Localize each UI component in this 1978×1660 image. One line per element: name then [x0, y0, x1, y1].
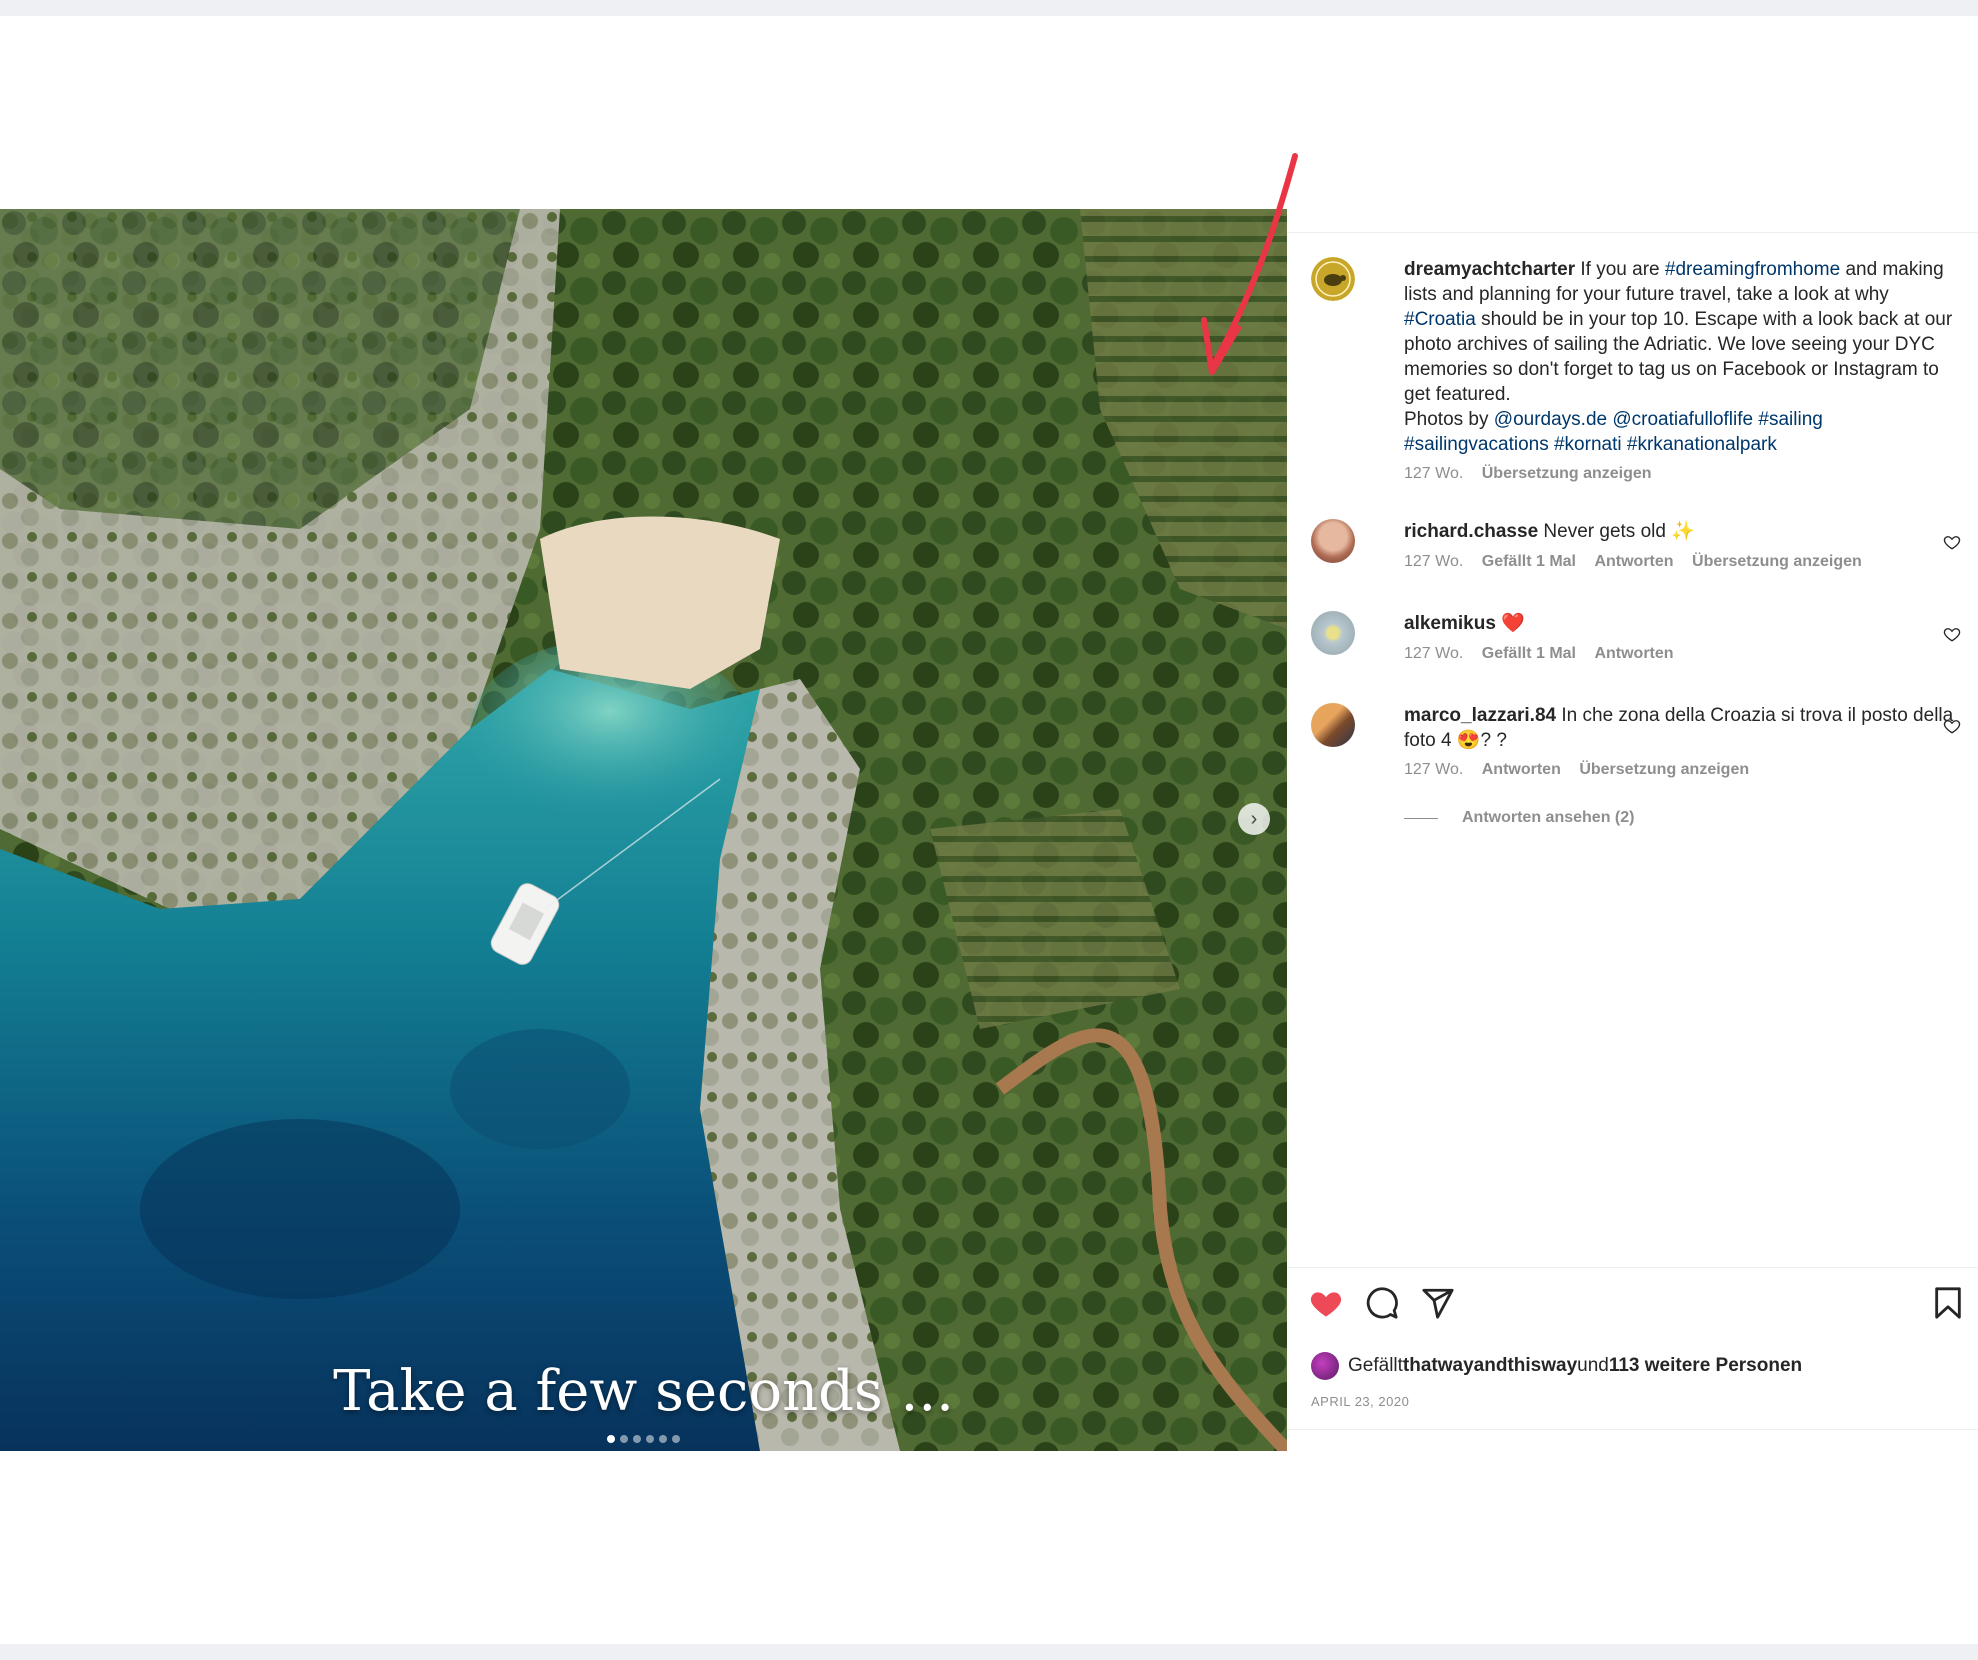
translate-link[interactable]: Übersetzung anzeigen: [1579, 761, 1749, 778]
view-replies-label: Antworten ansehen (2): [1462, 809, 1635, 826]
liked-others[interactable]: 113 weitere Personen: [1609, 1355, 1802, 1377]
caption-link[interactable]: #kornati: [1554, 434, 1622, 455]
avatar[interactable]: [1311, 1352, 1339, 1380]
bookmark-icon[interactable]: [1931, 1286, 1965, 1320]
comment-age: 127 Wo.: [1404, 553, 1464, 570]
caption-link[interactable]: #dreamingfromhome: [1665, 259, 1840, 280]
caption-link[interactable]: #krkanationalpark: [1627, 434, 1777, 455]
comment-body: ❤️: [1495, 613, 1525, 634]
caption-text-segment: Photos by: [1404, 409, 1494, 430]
comment-icon[interactable]: [1365, 1286, 1399, 1320]
carousel-indicator: [0, 1435, 1287, 1443]
post-date: APRIL 23, 2020: [1311, 1394, 1410, 1409]
comment-meta: 127 Wo. Antworten Übersetzung anzeigen: [1404, 761, 1763, 779]
reply-button[interactable]: Antworten: [1482, 761, 1561, 778]
carousel-dot: [607, 1435, 615, 1443]
comment-user[interactable]: alkemikus: [1404, 613, 1496, 634]
post-actions: Gefällt thatwayandthisway und 113 weiter…: [1287, 1267, 1978, 1431]
carousel-dot: [646, 1435, 654, 1443]
heart-outline-icon[interactable]: [1943, 625, 1961, 643]
translate-link[interactable]: Übersetzung anzeigen: [1692, 553, 1862, 570]
heart-outline-icon[interactable]: [1943, 717, 1961, 735]
caption-meta: 127 Wo. Übersetzung anzeigen: [1404, 465, 1666, 483]
avatar[interactable]: [1311, 611, 1355, 655]
caption-link[interactable]: @ourdays.de: [1494, 409, 1607, 430]
view-replies-button[interactable]: Antworten ansehen (2): [1404, 809, 1634, 827]
comment-user[interactable]: marco_lazzari.84: [1404, 705, 1556, 726]
comment-age: 127 Wo.: [1404, 645, 1464, 662]
chevron-right-icon: ›: [1250, 807, 1258, 830]
comment-meta: 127 Wo. Gefällt 1 Mal Antworten: [1404, 645, 1688, 663]
comment-user[interactable]: richard.chasse: [1404, 521, 1538, 542]
caption-link[interactable]: #sailingvacations: [1404, 434, 1549, 455]
carousel-dot: [659, 1435, 667, 1443]
comment-item: alkemikus ❤️ 127 Wo. Gefällt 1 Mal Antwo…: [1311, 611, 1961, 681]
share-icon[interactable]: [1421, 1286, 1455, 1320]
comment-text: richard.chasse Never gets old ✨: [1404, 519, 1964, 544]
comment-text: marco_lazzari.84 In che zona della Croaz…: [1404, 703, 1964, 753]
post-author[interactable]: dreamyachtcharter: [1404, 259, 1575, 280]
caption-link[interactable]: @croatiafulloflife: [1612, 409, 1753, 430]
liked-prefix: Gefällt: [1348, 1355, 1403, 1376]
comment-meta: 127 Wo. Gefällt 1 Mal Antworten Übersetz…: [1404, 553, 1876, 571]
comment-likes[interactable]: Gefällt 1 Mal: [1482, 553, 1576, 570]
post-photo[interactable]: Take a few seconds ... ›: [0, 209, 1287, 1451]
avatar[interactable]: [1311, 257, 1355, 301]
caption-body: If you are #dreamingfromhome and making …: [1404, 259, 1952, 455]
comment-likes[interactable]: Gefällt 1 Mal: [1482, 645, 1576, 662]
caption-link[interactable]: #sailing: [1758, 409, 1822, 430]
aerial-bay-photo: [0, 209, 1287, 1451]
top-strip: [0, 0, 1978, 16]
next-slide-button[interactable]: ›: [1238, 803, 1270, 835]
comment-age: 127 Wo.: [1404, 761, 1464, 778]
caption-text-segment: should be in your top 10. Escape with a …: [1404, 309, 1953, 405]
avatar[interactable]: [1311, 703, 1355, 747]
bottom-strip: [0, 1644, 1978, 1660]
carousel-dot: [672, 1435, 680, 1443]
heart-filled-icon[interactable]: [1309, 1286, 1343, 1320]
caption-text: dreamyachtcharter If you are #dreamingfr…: [1404, 257, 1964, 457]
likes-summary: Gefällt thatwayandthisway und 113 weiter…: [1311, 1352, 1802, 1380]
comment-text: alkemikus ❤️: [1404, 611, 1964, 636]
avatar[interactable]: [1311, 519, 1355, 563]
translate-link[interactable]: Übersetzung anzeigen: [1482, 465, 1652, 482]
caption-text-segment: If you are: [1575, 259, 1665, 280]
divider: [1404, 817, 1438, 819]
overlay-caption: Take a few seconds ...: [333, 1359, 954, 1424]
comment-item: richard.chasse Never gets old ✨ 127 Wo. …: [1311, 519, 1961, 589]
carousel-dot: [633, 1435, 641, 1443]
post-caption: dreamyachtcharter If you are #dreamingfr…: [1311, 257, 1964, 482]
caption-link[interactable]: #Croatia: [1404, 309, 1476, 330]
turtle-logo-icon: [1311, 257, 1355, 301]
liked-mid: und: [1577, 1355, 1609, 1376]
comment-item: marco_lazzari.84 In che zona della Croaz…: [1311, 703, 1961, 853]
liked-user[interactable]: thatwayandthisway: [1403, 1355, 1577, 1377]
post-side-panel: dreamyachtcharter If you are #dreamingfr…: [1287, 232, 1978, 1430]
heart-outline-icon[interactable]: [1943, 533, 1961, 551]
carousel-dot: [620, 1435, 628, 1443]
reply-button[interactable]: Antworten: [1594, 645, 1673, 662]
comment-body: Never gets old ✨: [1538, 521, 1695, 542]
reply-button[interactable]: Antworten: [1594, 553, 1673, 570]
post-age: 127 Wo.: [1404, 465, 1464, 482]
